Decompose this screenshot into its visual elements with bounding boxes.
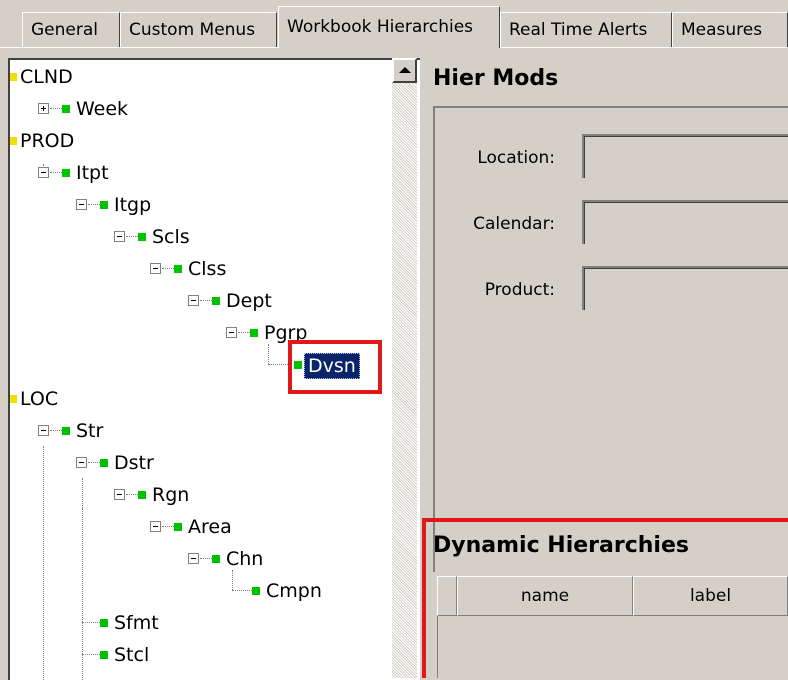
dimension-node-icon: [138, 233, 146, 241]
root-hierarchy-icon: [10, 137, 17, 145]
product-label: Product:: [484, 280, 555, 300]
collapse-minus-icon[interactable]: [38, 425, 49, 436]
collapse-minus-icon[interactable]: [76, 457, 87, 468]
dimension-node-icon: [62, 427, 70, 435]
root-hierarchy-icon: [10, 395, 17, 403]
hier-mods-group: Location: Calendar: Product:: [433, 106, 788, 572]
dimension-node-icon: [100, 459, 108, 467]
root-hierarchy-icon: [10, 73, 17, 81]
collapse-minus-icon[interactable]: [150, 521, 161, 532]
dimension-node-icon: [174, 523, 182, 531]
tab-real-time-alerts[interactable]: Real Time Alerts: [500, 12, 672, 48]
tree-vertical-scrollbar[interactable]: [392, 58, 417, 678]
tab-custom-menus[interactable]: Custom Menus: [120, 12, 277, 48]
collapse-minus-icon[interactable]: [150, 263, 161, 274]
dimension-node-icon: [100, 619, 108, 627]
collapse-minus-icon[interactable]: [188, 553, 199, 564]
location-label: Location:: [477, 148, 555, 168]
highlight-box-dvsn: [288, 340, 382, 394]
collapse-minus-icon[interactable]: [188, 295, 199, 306]
collapse-minus-icon[interactable]: [114, 489, 125, 500]
collapse-minus-icon[interactable]: [114, 231, 125, 242]
dimension-node-icon: [174, 265, 182, 273]
product-field[interactable]: [582, 266, 788, 310]
dimension-node-icon: [100, 201, 108, 209]
hier-mods-title: Hier Mods: [433, 66, 559, 91]
scroll-up-arrow-icon[interactable]: [392, 58, 417, 83]
highlight-box-dynamic-hierarchies: [422, 518, 788, 678]
hierarchy-tree[interactable]: CLND Week PROD Itpt Itgp Scls Clss Dept …: [8, 58, 420, 680]
calendar-field[interactable]: [582, 200, 788, 244]
dimension-node-icon: [212, 297, 220, 305]
dimension-node-icon: [252, 587, 260, 595]
calendar-label: Calendar:: [473, 214, 555, 234]
location-field[interactable]: [582, 134, 788, 178]
collapse-minus-icon[interactable]: [38, 167, 49, 178]
dimension-node-icon: [100, 651, 108, 659]
dimension-node-icon: [138, 491, 146, 499]
tab-workbook-hierarchies[interactable]: Workbook Hierarchies: [278, 6, 500, 48]
tab-general[interactable]: General: [22, 12, 120, 48]
collapse-minus-icon[interactable]: [76, 199, 87, 210]
dimension-node-icon: [212, 555, 220, 563]
tab-measures[interactable]: Measures: [672, 12, 788, 48]
collapse-minus-icon[interactable]: [226, 327, 237, 338]
dimension-node-icon: [250, 329, 258, 337]
dimension-node-icon: [62, 169, 70, 177]
expand-plus-icon[interactable]: [38, 103, 49, 114]
tab-strip: General Custom Menus Workbook Hierarchie…: [0, 0, 788, 48]
dimension-node-icon: [62, 105, 70, 113]
